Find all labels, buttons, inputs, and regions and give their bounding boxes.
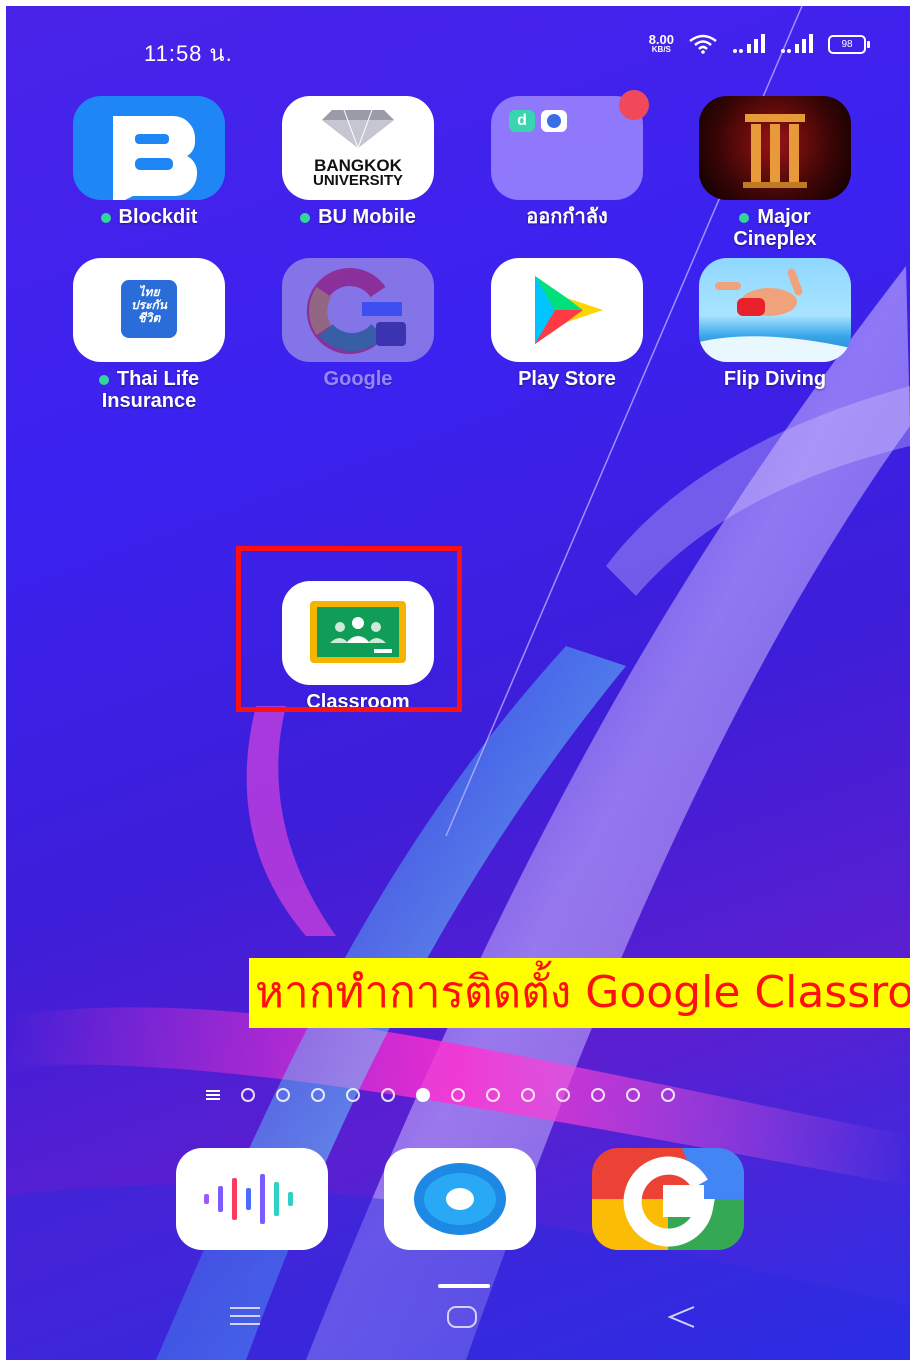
- net-speed-unit: KB/S: [651, 45, 671, 54]
- app-label: ออกกำลัง: [526, 206, 608, 228]
- page-dot[interactable]: [276, 1088, 290, 1102]
- app-label: BU Mobile: [318, 206, 416, 228]
- app-label: Blockdit: [118, 206, 198, 228]
- google-icon[interactable]: [592, 1148, 744, 1250]
- app-label: Insurance: [101, 390, 197, 412]
- thai-life-logo-text: ไทย ประกัน ชีวิต: [131, 285, 167, 325]
- net-speed-value: 8.00: [648, 32, 674, 47]
- page-dot[interactable]: [661, 1088, 675, 1102]
- instruction-text: หากทำการติดตั้ง Google Classro: [255, 967, 910, 1018]
- app-label: Cineplex: [733, 228, 817, 250]
- new-app-dot: [739, 212, 750, 223]
- home-indicator[interactable]: [438, 1284, 490, 1288]
- wifi-icon: [689, 34, 717, 54]
- page-dot[interactable]: [451, 1088, 465, 1102]
- back-nav-icon[interactable]: [666, 1304, 698, 1330]
- net-speed: 8.00 KB/S: [648, 32, 674, 54]
- folder-exercise[interactable]: d ออกกำลัง: [477, 90, 657, 228]
- highlight-box: [236, 546, 462, 712]
- new-app-dot: [300, 212, 311, 223]
- page-dot[interactable]: [591, 1088, 605, 1102]
- new-app-dot: [98, 374, 109, 385]
- bu-mobile-icon: BANGKOK UNIVERSITY: [282, 96, 434, 200]
- page-dot[interactable]: [241, 1088, 255, 1102]
- browser-icon[interactable]: [384, 1148, 536, 1250]
- app-play-store[interactable]: Play Store: [477, 258, 657, 390]
- page-dot[interactable]: [486, 1088, 500, 1102]
- new-app-dot: [100, 212, 111, 223]
- app-label: Google: [323, 368, 393, 390]
- blockdit-icon: [73, 96, 225, 200]
- signal-icon: [733, 34, 765, 53]
- bu-logo-text: UNIVERSITY: [312, 172, 403, 189]
- notification-badge: [619, 90, 649, 120]
- home-nav-icon[interactable]: [446, 1304, 478, 1330]
- battery-icon: 98: [828, 34, 870, 54]
- app-label: Major: [757, 206, 811, 228]
- bu-logo-text: BANGKOK: [314, 156, 402, 175]
- app-flip-diving[interactable]: Flip Diving: [685, 258, 865, 390]
- menu-nav-icon[interactable]: [228, 1304, 262, 1328]
- major-cineplex-icon: [699, 96, 851, 200]
- instruction-banner: หากทำการติดตั้ง Google Classro: [249, 958, 910, 1028]
- app-bu-mobile[interactable]: BANGKOK UNIVERSITY BU Mobile: [268, 96, 448, 228]
- page-dot-active[interactable]: [416, 1088, 430, 1102]
- status-icons: 8.00 KB/S 98: [648, 32, 870, 54]
- status-bar: 11:58 น. 8.00 KB/S 98: [6, 6, 910, 86]
- thai-life-icon: ไทย ประกัน ชีวิต: [73, 258, 225, 362]
- page-dot[interactable]: [521, 1088, 535, 1102]
- app-blockdit[interactable]: Blockdit: [59, 96, 239, 228]
- page-indicator[interactable]: [206, 1088, 675, 1102]
- play-store-icon: [491, 258, 643, 362]
- app-thai-life-insurance[interactable]: ไทย ประกัน ชีวิต Thai Life Insurance: [59, 258, 239, 412]
- app-label: Flip Diving: [723, 368, 827, 390]
- app-label: Thai Life: [116, 368, 200, 390]
- phone-screen: 11:58 น. 8.00 KB/S 98 Blockdit BANGKOK U…: [6, 6, 910, 1360]
- app-google-workspace[interactable]: Google: [268, 258, 448, 390]
- page-dot[interactable]: [381, 1088, 395, 1102]
- app-label: Play Store: [518, 368, 616, 390]
- battery-level: 98: [841, 38, 853, 50]
- signal-icon: [781, 34, 813, 53]
- page-dot[interactable]: [311, 1088, 325, 1102]
- page-menu-icon[interactable]: [206, 1090, 220, 1100]
- voice-recorder-icon[interactable]: [176, 1148, 328, 1250]
- page-dot[interactable]: [626, 1088, 640, 1102]
- flip-diving-icon: [699, 258, 851, 362]
- google-workspace-icon: [282, 258, 434, 362]
- page-dot[interactable]: [556, 1088, 570, 1102]
- status-time: 11:58 น.: [144, 41, 233, 66]
- page-dot[interactable]: [346, 1088, 360, 1102]
- app-major-cineplex[interactable]: Major Cineplex: [685, 96, 865, 250]
